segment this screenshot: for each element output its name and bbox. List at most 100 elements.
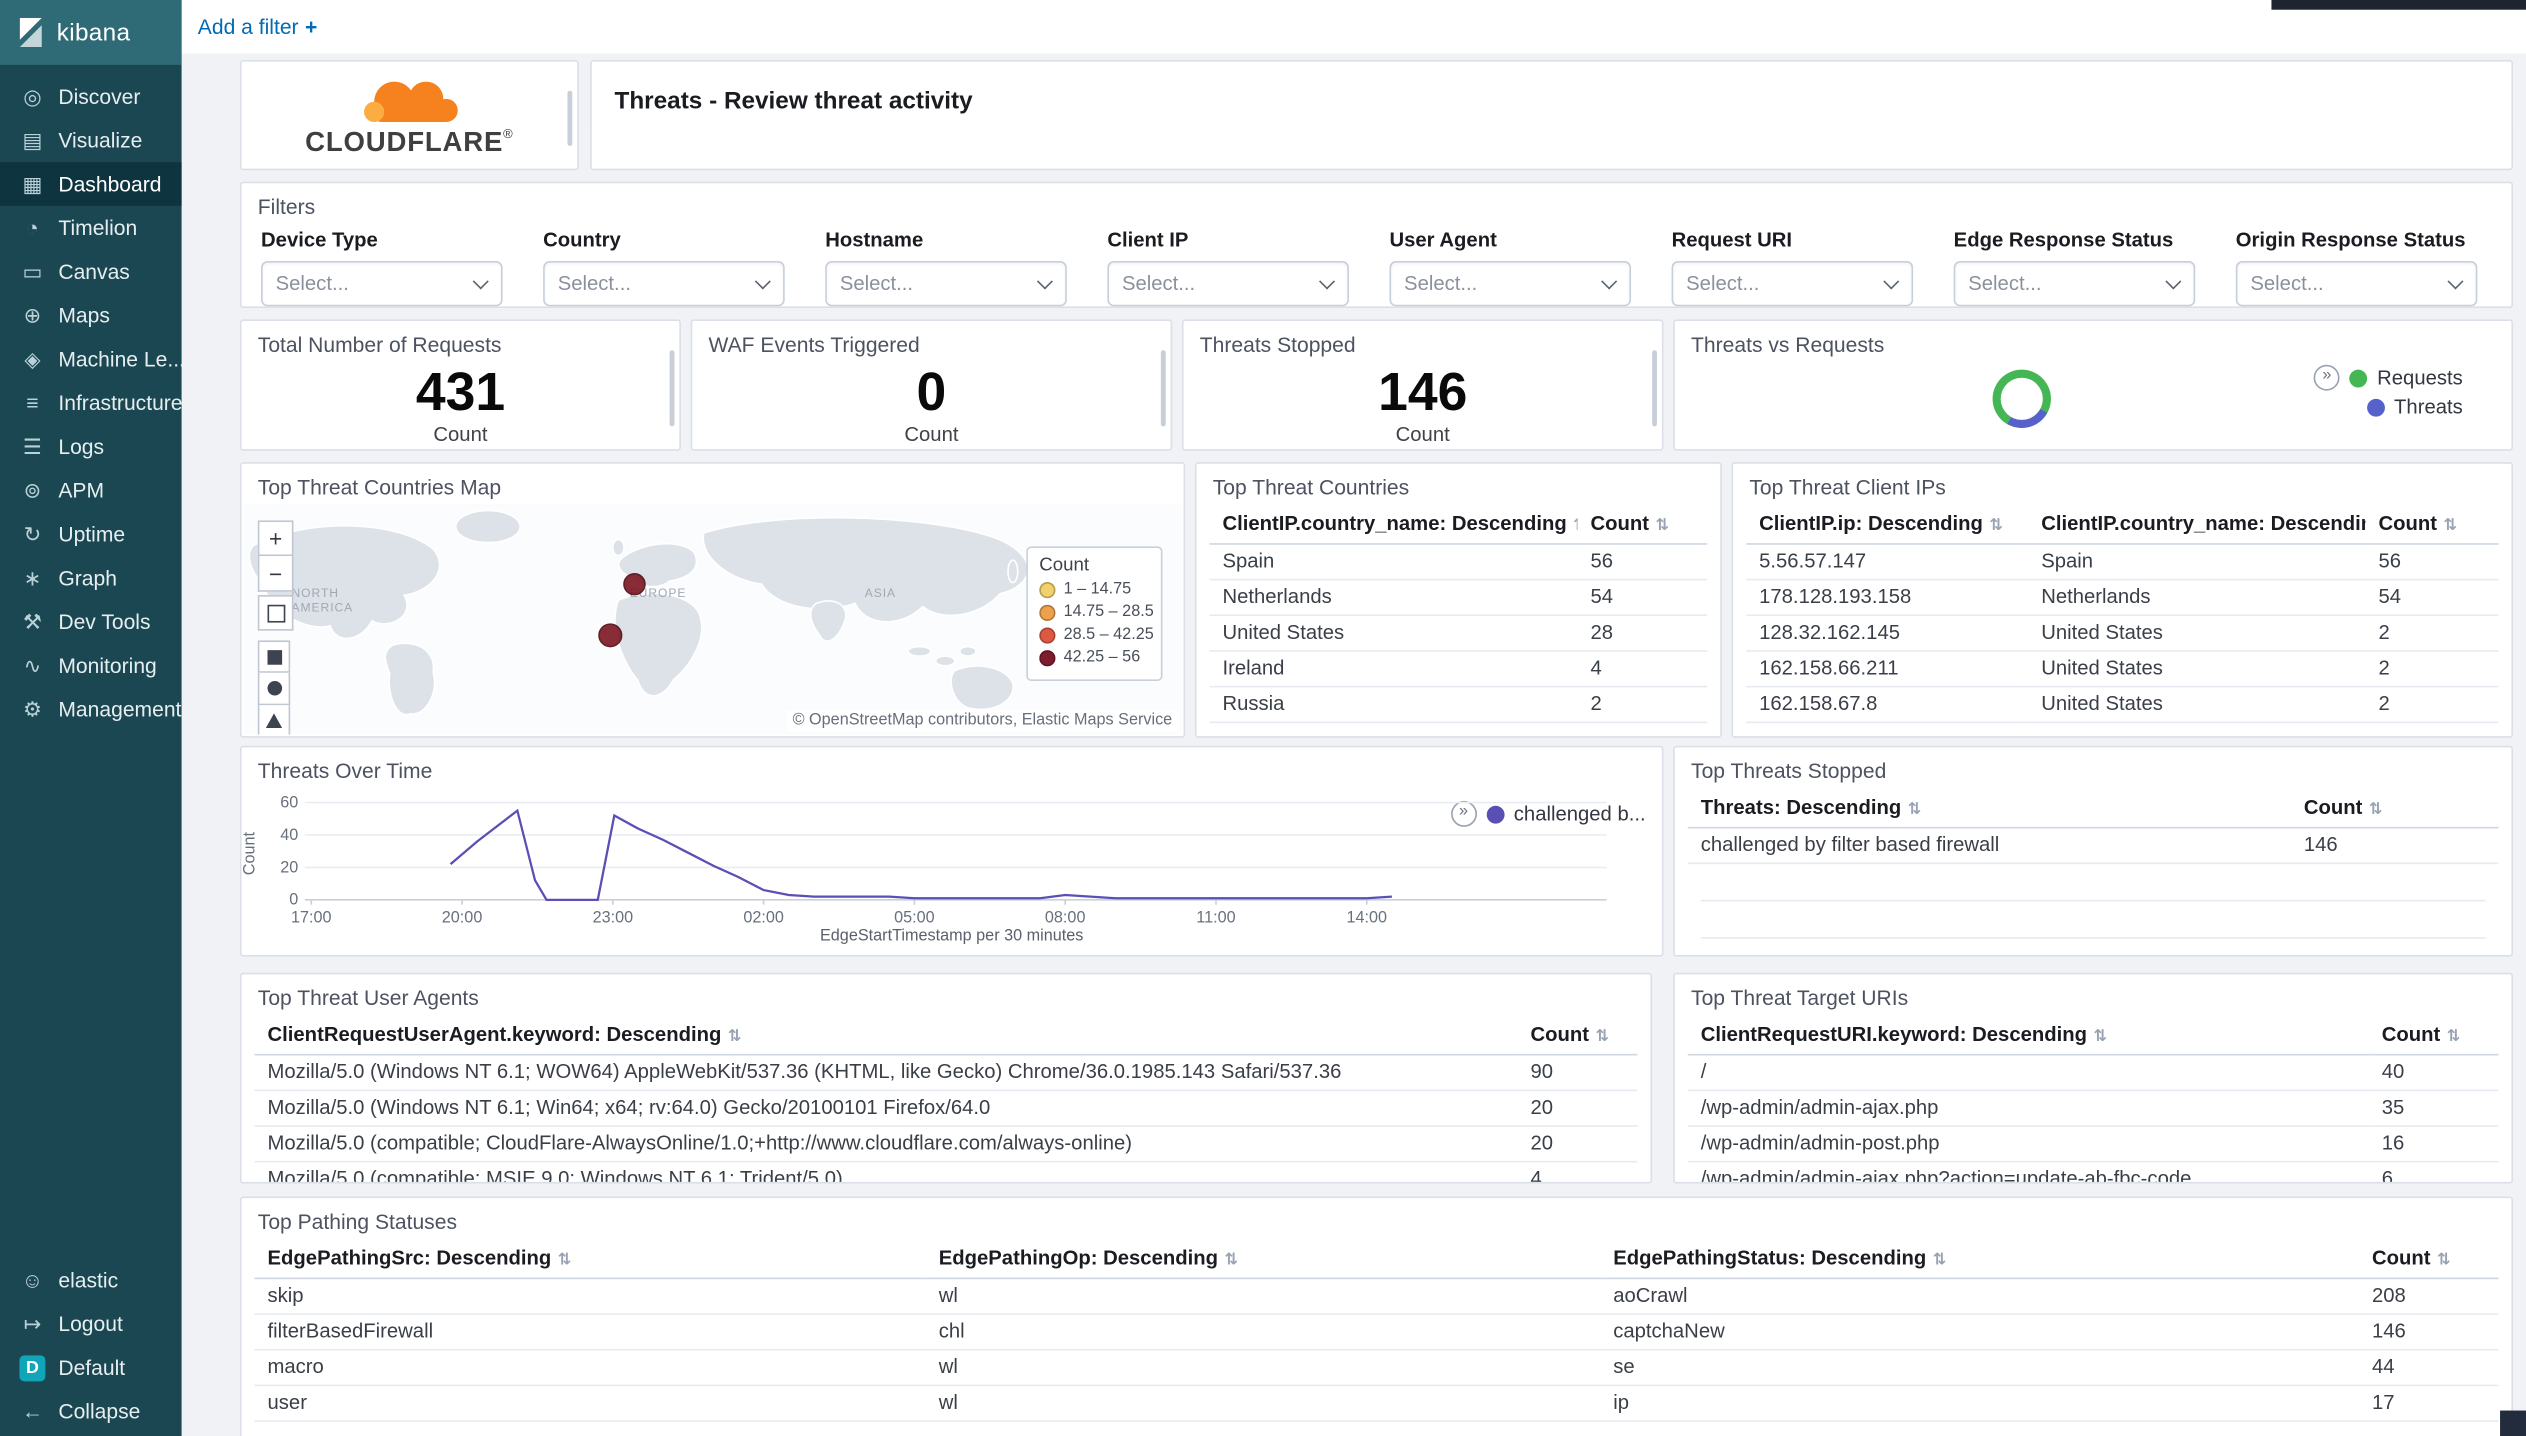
sort-icon[interactable] (1224, 1252, 1238, 1270)
sidebar-item-icon: ∿ (23, 652, 42, 677)
sort-icon[interactable] (1908, 801, 1922, 819)
map-bounds-filter-button[interactable] (257, 595, 294, 631)
zoom-in-button[interactable]: + (257, 520, 294, 557)
filter-select[interactable]: Select... (1953, 261, 2196, 307)
map-rectangle-tool-button[interactable] (257, 640, 291, 673)
sort-icon[interactable] (1989, 517, 2003, 535)
sidebar-item[interactable]: ◈ Machine Le... (0, 337, 181, 381)
sidebar-item-label: Timelion (58, 215, 138, 240)
column-header[interactable]: EdgePathingOp: Descending (925, 1237, 1601, 1280)
legend-expand-icon[interactable] (2313, 364, 2340, 391)
filter-select[interactable]: Select... (1107, 261, 1349, 307)
table-cell: captchaNew (1600, 1314, 2360, 1351)
column-header[interactable]: Count (2368, 1013, 2499, 1056)
column-header[interactable]: Count (1577, 502, 1708, 545)
map-threat-marker[interactable] (598, 623, 623, 648)
column-header[interactable]: ClientRequestUserAgent.keyword: Descendi… (254, 1013, 1518, 1056)
sort-icon[interactable] (2369, 801, 2383, 819)
column-header[interactable]: Threats: Descending (1687, 786, 2291, 829)
column-header[interactable]: ClientIP.ip: Descending (1746, 502, 2029, 545)
sidebar-item[interactable]: ⚙ Management (0, 687, 182, 731)
sidebar-item[interactable]: ▦ Dashboard (0, 162, 182, 206)
sidebar-item[interactable]: ⚒ Dev Tools (0, 600, 182, 644)
sidebar-item[interactable]: ↻ Uptime (0, 512, 182, 556)
sort-icon[interactable] (2437, 1252, 2451, 1270)
sort-icon[interactable] (2447, 1028, 2461, 1046)
table-row: user wl ip 17 (254, 1385, 2499, 1422)
filter-select[interactable]: Select... (2235, 261, 2478, 307)
donut-hole (2000, 377, 2043, 420)
column-header[interactable]: EdgePathingStatus: Descending (1600, 1237, 2360, 1280)
sidebar-item-icon: ⊚ (23, 477, 42, 502)
sidebar-item-icon: ↻ (23, 521, 42, 546)
column-header[interactable]: ClientRequestURI.keyword: Descending (1687, 1013, 2369, 1056)
table-cell: wl (925, 1349, 1601, 1387)
world-map[interactable]: NORTH AMERICA EUROPE ASIA + − Count 1 – … (243, 504, 1182, 735)
legend-item[interactable]: Requests (2313, 364, 2463, 391)
column-header[interactable]: EdgePathingSrc: Descending (254, 1237, 926, 1280)
sidebar-item[interactable]: ☰ Logs (0, 425, 182, 469)
chevron-down-icon (1319, 273, 1336, 290)
sort-icon[interactable] (1933, 1252, 1947, 1270)
filter-select[interactable]: Select... (825, 261, 1067, 307)
panel-scrollbar[interactable] (1160, 350, 1166, 427)
map-threat-marker[interactable] (623, 572, 646, 596)
metric-unit: Count (904, 422, 959, 446)
map-circle-tool-button[interactable] (257, 672, 291, 706)
column-header[interactable]: Count (2365, 502, 2499, 545)
kibana-logo[interactable]: kibana (0, 0, 182, 65)
sidebar-item[interactable]: ◎ Discover (0, 75, 182, 119)
map-polygon-tool-button[interactable] (257, 705, 291, 735)
sort-icon[interactable] (1656, 517, 1670, 535)
map-legend-bucket: 28.5 – 42.25 (1039, 626, 1154, 644)
column-header[interactable]: Count (1517, 1013, 1638, 1056)
table-cell: United States (2028, 686, 2366, 724)
sort-icon[interactable] (2094, 1028, 2108, 1046)
sidebar-item[interactable]: ∗ Graph (0, 556, 182, 600)
sidebar-item[interactable]: ⊕ Maps (0, 293, 182, 337)
sort-icon[interactable] (558, 1252, 572, 1270)
sidebar-item[interactable]: ▤ Visualize (0, 118, 182, 162)
sidebar-footer-label: elastic (58, 1267, 119, 1293)
column-header[interactable]: Count (2290, 786, 2499, 829)
zoom-out-button[interactable]: − (257, 556, 294, 592)
sidebar-item[interactable]: ⊚ APM (0, 469, 182, 513)
add-filter-button[interactable]: Add a filter + (198, 15, 318, 39)
sort-icon[interactable] (1573, 517, 1577, 535)
legend-item[interactable]: Threats (2366, 396, 2463, 418)
sidebar-footer-item[interactable]: D Default (0, 1346, 182, 1390)
panel-scrollbar[interactable] (669, 350, 675, 427)
threats-over-time-chart[interactable]: 0 20 40 60 17:00 20:00 23:00 02:00 05:00 08:00 11:… (251, 786, 1621, 935)
table-row: 128.32.162.145 United States 2 (1746, 615, 2499, 652)
sidebar-footer-item[interactable]: ☺ elastic (0, 1258, 182, 1302)
sidebar-item-label: Uptime (58, 522, 126, 547)
sidebar-item[interactable]: ▭ Canvas (0, 250, 182, 294)
sort-icon[interactable] (2443, 517, 2457, 535)
filter-select[interactable]: Select... (1671, 261, 1914, 307)
metric-unit: Count (433, 422, 488, 446)
sidebar-footer-item[interactable]: ← Collapse (0, 1389, 182, 1433)
sidebar-footer-item[interactable]: ↦ Logout (0, 1302, 182, 1346)
select-placeholder: Select... (2250, 272, 2324, 296)
sidebar-item[interactable]: ◔ Timelion (0, 206, 182, 250)
filter-select[interactable]: Select... (543, 261, 785, 307)
svg-text:20:00: 20:00 (442, 909, 483, 927)
threats-vs-requests-donut[interactable] (1992, 369, 2051, 429)
filter-select[interactable]: Select... (1389, 261, 1632, 307)
sidebar-item[interactable]: ∿ Monitoring (0, 644, 182, 688)
filter-select[interactable]: Select... (261, 261, 503, 307)
column-label: Count (1590, 512, 1650, 536)
sort-icon[interactable] (1596, 1028, 1610, 1046)
sort-icon[interactable] (728, 1028, 742, 1046)
column-label: Count (1530, 1023, 1590, 1046)
panel-scrollbar[interactable] (1652, 350, 1657, 427)
column-header[interactable]: ClientIP.country_name: Descending (1209, 502, 1578, 545)
table-cell: /wp-admin/admin-ajax.php (1687, 1090, 2369, 1127)
column-header[interactable]: ClientIP.country_name: Descending (2028, 502, 2366, 545)
top-threats-stopped-table: Threats: Descending Count challenged by fi… (1675, 786, 2512, 865)
top-right-dark-strip (2271, 0, 2526, 10)
panel-scrollbar[interactable] (567, 90, 573, 146)
sidebar-item[interactable]: ≡ Infrastructure (0, 381, 181, 425)
filter-field-label: Request URI (1671, 228, 1793, 252)
column-header[interactable]: Count (2359, 1237, 2499, 1280)
